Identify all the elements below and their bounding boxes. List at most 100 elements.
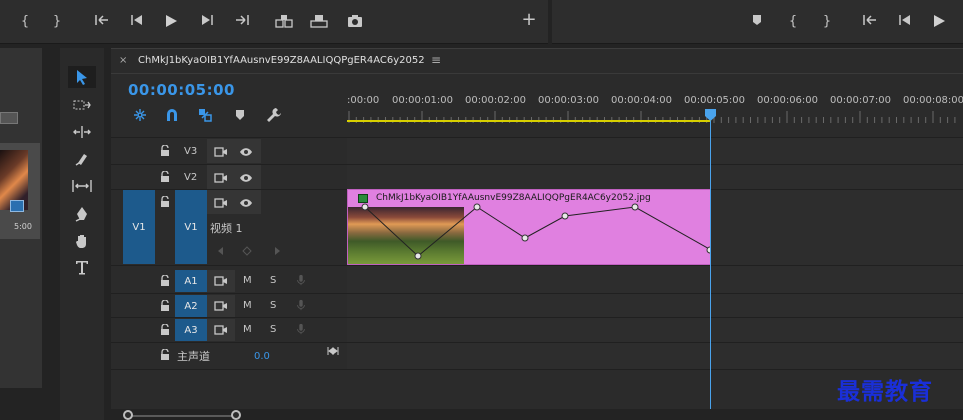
razor-tool-icon[interactable]	[68, 148, 96, 170]
microphone-icon[interactable]	[294, 274, 308, 286]
selection-tool-icon[interactable]	[68, 66, 96, 88]
ruler-label: 00:00:04:00	[611, 95, 673, 106]
add-marker-icon[interactable]	[232, 107, 248, 123]
source-monitor-transport: { } +	[0, 0, 548, 44]
playhead-timecode[interactable]: 00:00:05:00	[128, 81, 235, 99]
scrollbar-end-handle[interactable]	[231, 410, 241, 420]
ruler-label: 00:00:05:00	[684, 95, 746, 106]
lock-icon[interactable]	[160, 324, 170, 336]
track-target-a3[interactable]: A3	[175, 319, 207, 341]
mark-out-icon[interactable]: }	[48, 14, 66, 30]
source-patch-v1[interactable]: V1	[123, 190, 155, 264]
go-to-out-icon[interactable]	[232, 14, 250, 26]
lock-icon[interactable]	[160, 171, 170, 183]
microphone-icon[interactable]	[294, 323, 308, 335]
mute-button[interactable]: M	[243, 275, 252, 286]
lock-icon[interactable]	[160, 349, 170, 361]
track-target-a2[interactable]: A2	[175, 295, 207, 317]
sync-lock-icon[interactable]	[214, 172, 228, 184]
track-select-tool-icon[interactable]	[68, 94, 96, 116]
add-button-icon[interactable]: +	[520, 11, 538, 29]
play-icon[interactable]	[930, 14, 948, 28]
timeline-panel: × ChMkJ1bKyaOIB1YfAAusnvE99Z8AALIQQPgER4…	[111, 48, 963, 420]
export-frame-icon[interactable]	[346, 14, 364, 28]
row-divider	[111, 342, 963, 343]
play-icon[interactable]	[162, 14, 180, 28]
insert-icon[interactable]	[275, 14, 293, 28]
sync-lock-icon[interactable]	[214, 197, 228, 209]
work-area-bar[interactable]	[347, 120, 711, 122]
type-tool-icon[interactable]	[68, 256, 96, 278]
search-icon[interactable]	[0, 112, 18, 124]
slip-tool-icon[interactable]	[68, 175, 96, 197]
sequence-badge-icon	[10, 200, 24, 212]
eye-icon[interactable]	[239, 146, 253, 158]
go-to-end-icon[interactable]	[327, 346, 339, 356]
solo-button[interactable]: S	[270, 324, 276, 335]
snap-icon[interactable]	[164, 107, 180, 123]
track-label-v1[interactable]: 视频 1	[210, 220, 243, 236]
playhead-line[interactable]	[710, 121, 711, 411]
track-target-a1[interactable]: A1	[175, 270, 207, 292]
solo-button[interactable]: S	[270, 275, 276, 286]
keyframe-rubberband[interactable]	[347, 189, 711, 265]
row-divider	[111, 293, 963, 294]
eye-icon[interactable]	[239, 197, 253, 209]
panel-menu-icon[interactable]: ≡	[431, 53, 441, 67]
sync-lock-icon[interactable]	[214, 146, 228, 158]
step-forward-icon[interactable]	[198, 14, 216, 26]
scrollbar-thumb[interactable]	[128, 415, 238, 417]
nest-toggle-icon[interactable]	[132, 107, 148, 123]
step-back-icon[interactable]	[896, 14, 914, 26]
mark-in-icon[interactable]: {	[16, 14, 34, 30]
sync-lock-icon[interactable]	[214, 300, 228, 312]
sequence-name: ChMkJ1bKyaOIB1YfAAusnvE99Z8AALIQQPgER4AC…	[138, 55, 425, 66]
ruler-label: 00:00:08:00	[903, 95, 963, 106]
ripple-edit-tool-icon[interactable]	[68, 121, 96, 143]
linked-selection-icon[interactable]	[197, 107, 213, 123]
sync-lock-icon[interactable]	[214, 275, 228, 287]
row-divider	[111, 137, 963, 138]
scrollbar-start-handle[interactable]	[123, 410, 133, 420]
ruler-label: 00:00:06:00	[757, 95, 819, 106]
ruler-label: :00:00	[347, 95, 380, 106]
keyframe-navigator[interactable]	[217, 245, 281, 257]
ruler-label: 00:00:02:00	[465, 95, 527, 106]
master-track-label[interactable]: 主声道	[177, 348, 210, 364]
close-icon[interactable]: ×	[119, 55, 127, 66]
go-to-in-icon[interactable]	[862, 14, 880, 26]
step-back-icon[interactable]	[128, 14, 146, 26]
go-to-in-icon[interactable]	[94, 14, 112, 26]
tools-panel	[60, 48, 104, 420]
solo-button[interactable]: S	[270, 300, 276, 311]
pen-tool-icon[interactable]	[68, 203, 96, 225]
mute-button[interactable]: M	[243, 300, 252, 311]
lock-icon[interactable]	[160, 275, 170, 287]
sync-lock-icon[interactable]	[214, 324, 228, 336]
wrench-icon[interactable]	[266, 107, 282, 123]
program-monitor-transport: { }	[552, 0, 963, 44]
add-marker-icon[interactable]	[748, 14, 766, 26]
master-volume-value[interactable]: 0.0	[254, 351, 270, 362]
row-divider	[111, 317, 963, 318]
track-name-v2[interactable]: V2	[184, 172, 197, 183]
mute-button[interactable]: M	[243, 324, 252, 335]
track-target-v1[interactable]: V1	[175, 190, 207, 264]
mark-out-icon[interactable]: }	[818, 14, 836, 30]
watermark: 最需教育	[837, 378, 933, 405]
microphone-icon[interactable]	[294, 299, 308, 311]
lock-icon[interactable]	[160, 196, 170, 208]
lock-icon[interactable]	[160, 300, 170, 312]
track-name-v3[interactable]: V3	[184, 146, 197, 157]
tab-divider	[111, 73, 963, 74]
app-window: { } + { } 5:00 × ChMkJ1bKyaOIB1YfAAusnvE…	[0, 0, 963, 420]
hand-tool-icon[interactable]	[68, 230, 96, 252]
eye-icon[interactable]	[239, 172, 253, 184]
playhead-handle[interactable]	[705, 109, 716, 121]
project-item-duration: 5:00	[14, 222, 32, 231]
ruler-label: 00:00:01:00	[392, 95, 454, 106]
lock-icon[interactable]	[160, 145, 170, 157]
ruler-label: 00:00:07:00	[830, 95, 892, 106]
mark-in-icon[interactable]: {	[784, 14, 802, 30]
overwrite-icon[interactable]	[310, 14, 328, 28]
